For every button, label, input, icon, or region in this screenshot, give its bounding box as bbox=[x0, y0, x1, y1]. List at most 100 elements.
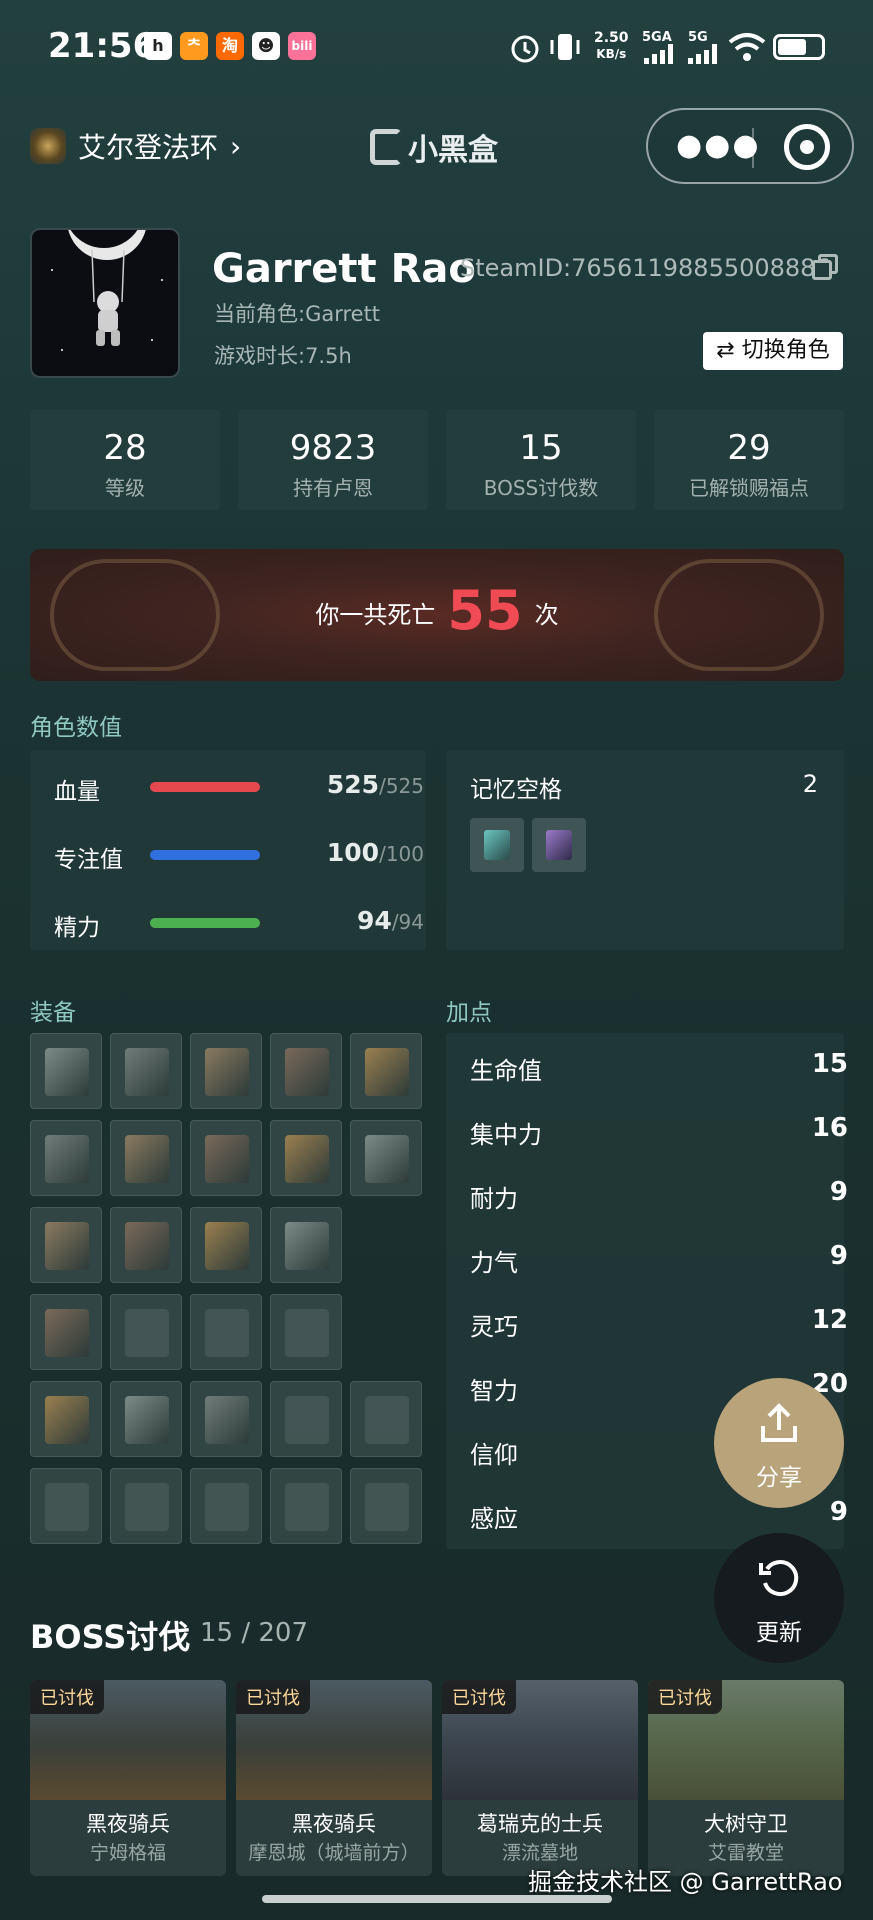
equipment-slot[interactable] bbox=[270, 1207, 342, 1283]
equipment-slot[interactable] bbox=[190, 1294, 262, 1370]
point-value: 9 bbox=[829, 1497, 848, 1527]
hp-row: 血量 525/525 bbox=[54, 766, 424, 806]
share-button[interactable]: 分享 bbox=[714, 1378, 844, 1508]
point-row: 生命值 15 bbox=[470, 1047, 848, 1087]
equipment-slot[interactable] bbox=[350, 1033, 422, 1109]
point-name: 灵巧 bbox=[470, 1313, 518, 1341]
game-link[interactable]: 艾尔登法环 › bbox=[30, 125, 241, 167]
boss-card[interactable]: 已讨伐 黑夜骑兵 宁姆格福 bbox=[30, 1680, 226, 1876]
death-banner: 你一共死亡 55 次 bbox=[30, 549, 844, 681]
equipment-slot[interactable] bbox=[110, 1033, 182, 1109]
point-name: 集中力 bbox=[470, 1121, 542, 1149]
equipment-item-icon bbox=[365, 1483, 409, 1531]
equipment-item-icon bbox=[125, 1135, 169, 1183]
equipment-slot[interactable] bbox=[350, 1120, 422, 1196]
signal-label-2: 5G bbox=[688, 30, 708, 45]
point-row: 灵巧 12 bbox=[470, 1303, 848, 1343]
attributes-panel: 血量 525/525 专注值 100/100 精力 94/94 bbox=[30, 750, 426, 950]
defeated-tag: 已讨伐 bbox=[236, 1680, 310, 1714]
avatar bbox=[30, 228, 180, 378]
boss-location: 艾雷教堂 bbox=[707, 1842, 784, 1864]
spell-icon bbox=[546, 830, 572, 860]
points-title: 加点 bbox=[446, 1000, 492, 1026]
equipment-item-icon bbox=[125, 1483, 169, 1531]
stamina-max: /94 bbox=[391, 910, 424, 934]
boss-card[interactable]: 已讨伐 黑夜骑兵 摩恩城（城墙前方） bbox=[236, 1680, 432, 1876]
equipment-item-icon bbox=[285, 1135, 329, 1183]
play-time: 游戏时长:7.5h bbox=[214, 344, 352, 368]
equipment-item-icon bbox=[285, 1396, 329, 1444]
equipment-slot[interactable] bbox=[110, 1294, 182, 1370]
boss-card[interactable]: 已讨伐 大树守卫 艾雷教堂 bbox=[648, 1680, 844, 1876]
equipment-slot[interactable] bbox=[270, 1468, 342, 1544]
battery-icon bbox=[773, 34, 825, 60]
stat-boss-kills: 15 BOSS讨伐数 bbox=[446, 410, 636, 510]
equipment-slot[interactable] bbox=[30, 1033, 102, 1109]
stat-value: 28 bbox=[103, 428, 147, 468]
equipment-slot[interactable] bbox=[350, 1468, 422, 1544]
clock: 21:56 bbox=[48, 26, 157, 66]
equipment-item-icon bbox=[125, 1396, 169, 1444]
equipment-item-icon bbox=[45, 1309, 89, 1357]
vibrate-icon bbox=[550, 34, 580, 60]
equipment-slot[interactable] bbox=[110, 1468, 182, 1544]
equipment-slot[interactable] bbox=[30, 1381, 102, 1457]
equipment-slot[interactable] bbox=[270, 1033, 342, 1109]
defeated-tag: 已讨伐 bbox=[648, 1680, 722, 1714]
memory-count: 2 bbox=[802, 770, 818, 798]
boss-count: 15 / 207 bbox=[200, 1618, 308, 1648]
point-value: 9 bbox=[829, 1177, 848, 1207]
equipment-slot[interactable] bbox=[30, 1207, 102, 1283]
signal-icon-2 bbox=[688, 44, 717, 64]
defeated-tag: 已讨伐 bbox=[30, 1680, 104, 1714]
equipment-slot[interactable] bbox=[190, 1120, 262, 1196]
close-target-icon[interactable] bbox=[784, 124, 830, 170]
equipment-slot[interactable] bbox=[30, 1294, 102, 1370]
attributes-title: 角色数值 bbox=[30, 715, 122, 741]
game-logo-icon bbox=[30, 128, 66, 164]
memory-slot-1[interactable] bbox=[470, 818, 524, 872]
equipment-slot[interactable] bbox=[270, 1120, 342, 1196]
point-row: 耐力 9 bbox=[470, 1175, 848, 1215]
equipment-slot[interactable] bbox=[110, 1120, 182, 1196]
death-text: 你一共死亡 55 次 bbox=[30, 579, 844, 642]
stamina-current: 94 bbox=[357, 906, 392, 935]
stamina-row: 精力 94/94 bbox=[54, 902, 424, 942]
equipment-slot[interactable] bbox=[110, 1207, 182, 1283]
equipment-item-icon bbox=[125, 1048, 169, 1096]
equipment-slot[interactable] bbox=[30, 1468, 102, 1544]
equipment-item-icon bbox=[125, 1309, 169, 1357]
copy-icon[interactable] bbox=[812, 254, 840, 282]
more-icon[interactable]: ●●● bbox=[676, 128, 761, 163]
equipment-slot[interactable] bbox=[110, 1381, 182, 1457]
xiaoheihe-logo-icon bbox=[370, 129, 402, 165]
stat-value: 9823 bbox=[289, 428, 377, 468]
brand-logo: 小黑盒 bbox=[370, 125, 498, 169]
stat-value: 15 bbox=[519, 428, 563, 468]
equipment-slot[interactable] bbox=[190, 1033, 262, 1109]
boss-location: 宁姆格福 bbox=[89, 1842, 166, 1864]
boss-card[interactable]: 已讨伐 葛瑞克的士兵 漂流墓地 bbox=[442, 1680, 638, 1876]
equipment-slot[interactable] bbox=[270, 1381, 342, 1457]
point-value: 15 bbox=[811, 1049, 848, 1079]
boss-name: 黑夜骑兵 bbox=[86, 1812, 170, 1836]
home-indicator[interactable] bbox=[262, 1895, 612, 1903]
switch-role-label: 切换角色 bbox=[741, 338, 830, 363]
equipment-item-icon bbox=[285, 1048, 329, 1096]
refresh-icon bbox=[759, 1560, 799, 1597]
equipment-slot[interactable] bbox=[270, 1294, 342, 1370]
spell-icon bbox=[484, 830, 510, 860]
fp-current: 100 bbox=[326, 838, 380, 867]
equipment-slot[interactable] bbox=[190, 1468, 262, 1544]
fp-row: 专注值 100/100 bbox=[54, 834, 424, 874]
brand-name: 小黑盒 bbox=[408, 133, 498, 168]
equipment-slot[interactable] bbox=[30, 1120, 102, 1196]
memory-slot-2[interactable] bbox=[532, 818, 586, 872]
chevron-right-icon: › bbox=[230, 129, 242, 163]
defeated-tag: 已讨伐 bbox=[442, 1680, 516, 1714]
equipment-slot[interactable] bbox=[190, 1381, 262, 1457]
refresh-button[interactable]: 更新 bbox=[714, 1533, 844, 1663]
equipment-slot[interactable] bbox=[190, 1207, 262, 1283]
switch-role-button[interactable]: ⇄ 切换角色 bbox=[703, 332, 843, 370]
equipment-slot[interactable] bbox=[350, 1381, 422, 1457]
